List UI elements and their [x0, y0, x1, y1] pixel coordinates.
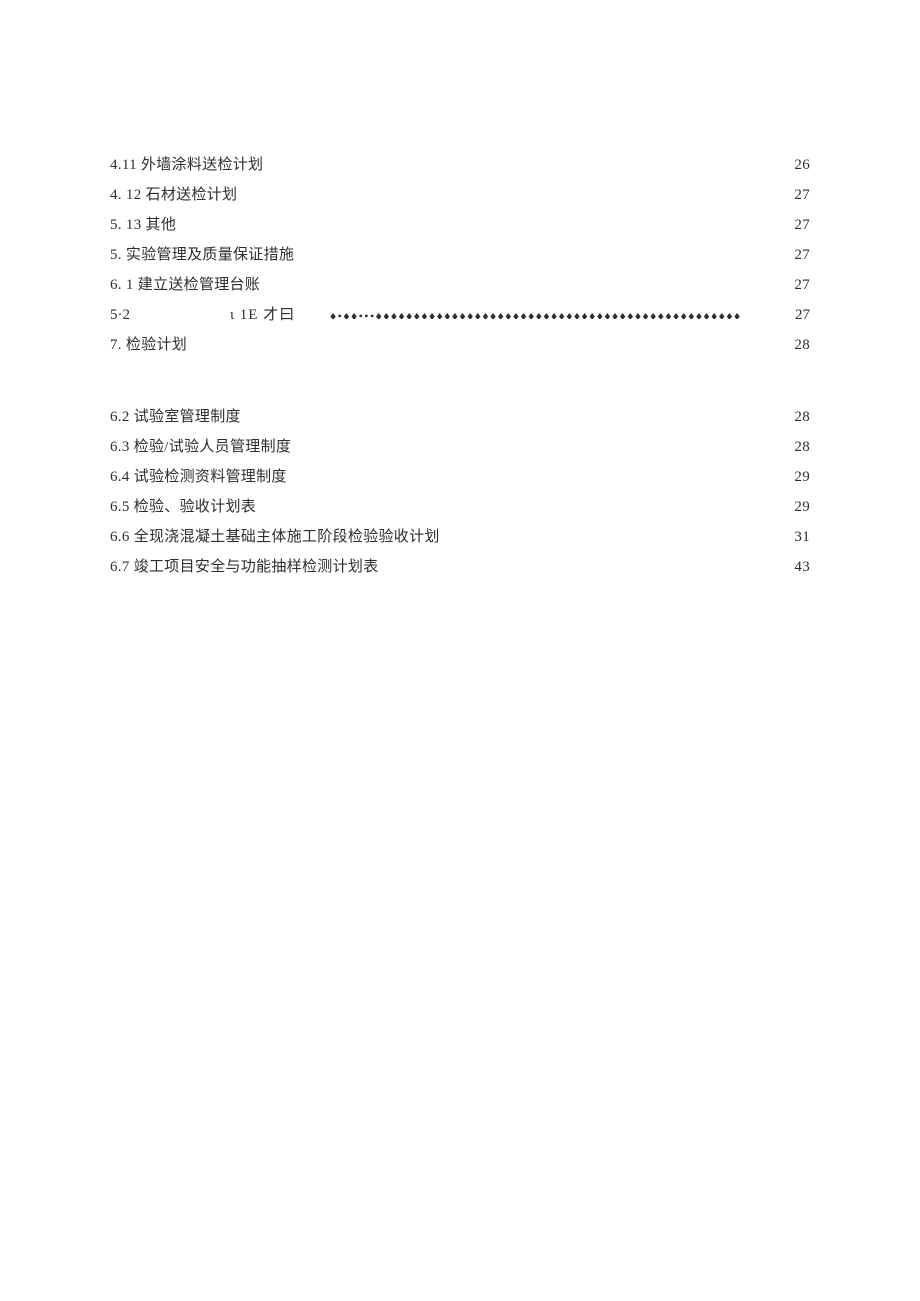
toc-entry: 6.2 试验室管理制度 28 — [110, 402, 810, 432]
toc-entry: 6.5 检验、验收计划表 29 — [110, 492, 810, 522]
toc-block-1: 4.11 外墙涂料送检计划 26 4. 12 石材送检计划 27 5. 13 其… — [110, 150, 810, 360]
toc-page: 28 — [794, 432, 810, 462]
toc-leader-diamonds — [330, 304, 793, 319]
toc-label: 5. 实验管理及质量保证措施 — [110, 240, 294, 270]
toc-page: 27 — [794, 210, 810, 240]
toc-label: 5. 13 其他 — [110, 210, 176, 240]
toc-label-mid: ι 1E 才曰 — [230, 300, 300, 330]
toc-entry: 6.7 竣工项目安全与功能抽样检测计划表 43 — [110, 552, 810, 582]
toc-leader-dots — [178, 214, 792, 229]
toc-page: 27 — [795, 300, 810, 330]
toc-block-2: 6.2 试验室管理制度 28 6.3 检验/试验人员管理制度 28 6.4 试验… — [110, 402, 810, 582]
toc-page: 27 — [794, 240, 810, 270]
toc-leader-dots — [239, 184, 792, 199]
toc-entry: 4.11 外墙涂料送检计划 26 — [110, 150, 810, 180]
toc-entry: 6.6 全现浇混凝土基础主体施工阶段检验验收计划 31 — [110, 522, 810, 552]
toc-entry: 6.3 检验/试验人员管理制度 28 — [110, 432, 810, 462]
toc-page: 43 — [794, 552, 810, 582]
toc-label: 6.2 试验室管理制度 — [110, 402, 241, 432]
toc-entry-garbled: 5·2 ι 1E 才曰 27 — [110, 300, 810, 330]
toc-entry: 5. 13 其他 27 — [110, 210, 810, 240]
toc-page: 27 — [794, 270, 810, 300]
toc-label: 6.7 竣工项目安全与功能抽样检测计划表 — [110, 552, 379, 582]
toc-leader-dots — [381, 556, 793, 571]
toc-page: 26 — [794, 150, 810, 180]
toc-entry: 6. 1 建立送检管理台账 27 — [110, 270, 810, 300]
toc-entry: 5. 实验管理及质量保证措施 27 — [110, 240, 810, 270]
toc-label: 6.4 试验检测资料管理制度 — [110, 462, 287, 492]
toc-page: 29 — [794, 492, 810, 522]
toc-label-left: 5·2 — [110, 300, 230, 330]
toc-label: 4.11 外墙涂料送检计划 — [110, 150, 263, 180]
toc-label: 6.3 检验/试验人员管理制度 — [110, 432, 291, 462]
toc-leader-dots — [262, 274, 792, 289]
toc-page: 31 — [794, 522, 810, 552]
toc-page: 28 — [794, 330, 810, 360]
toc-leader-dots — [293, 436, 792, 451]
toc-label: 6.5 检验、验收计划表 — [110, 492, 256, 522]
toc-leader-dots — [442, 526, 793, 541]
toc-page: 28 — [794, 402, 810, 432]
toc-leader-dots — [265, 154, 792, 169]
toc-label: 6.6 全现浇混凝土基础主体施工阶段检验验收计划 — [110, 522, 440, 552]
toc-leader-dots — [243, 406, 793, 421]
toc-entry: 4. 12 石材送检计划 27 — [110, 180, 810, 210]
toc-entry: 7. 检验计划 28 — [110, 330, 810, 360]
toc-leader-dots — [289, 466, 793, 481]
toc-leader-dots — [296, 244, 792, 259]
toc-label: 7. 检验计划 — [110, 330, 187, 360]
toc-page: 29 — [794, 462, 810, 492]
toc-leader-dots — [258, 496, 792, 511]
toc-entry: 6.4 试验检测资料管理制度 29 — [110, 462, 810, 492]
toc-label: 4. 12 石材送检计划 — [110, 180, 237, 210]
toc-page: 27 — [794, 180, 810, 210]
toc-label: 6. 1 建立送检管理台账 — [110, 270, 260, 300]
toc-leader-dots — [189, 334, 792, 349]
